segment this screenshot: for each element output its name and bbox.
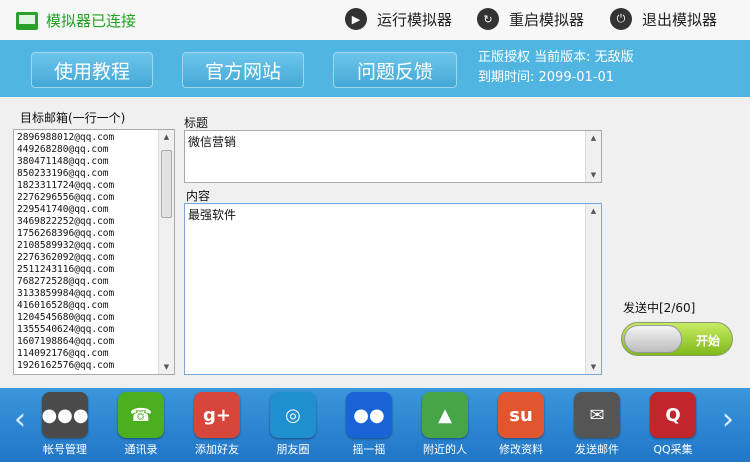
email-line: 3133859984@qq.com [17, 288, 115, 299]
email-line: 2276296556@qq.com [17, 192, 115, 203]
email-line: 1204545680@qq.com [17, 312, 115, 323]
scroll-down-icon[interactable]: ▼ [159, 360, 174, 374]
content-value: 最强软件 [188, 208, 237, 222]
restart-icon: ↻ [477, 8, 499, 30]
title-label: 标题 [184, 116, 209, 130]
email-line: 2276362092@qq.com [17, 252, 115, 263]
email-line: 2108589932@qq.com [17, 240, 115, 251]
email-line: 1823311724@qq.com [17, 180, 115, 191]
group-icon: ●●● [41, 392, 89, 438]
email-line: 114092176@qq.com [17, 348, 109, 359]
scroll-up-icon[interactable]: ▲ [586, 131, 601, 145]
email-line: 1926162576@qq.com [17, 360, 115, 371]
license-info: 正版授权 当前版本: 无敌版 到期时间: 2099-01-01 [478, 48, 634, 88]
content-scrollbar[interactable]: ▲ ▼ [585, 204, 601, 374]
email-line: 416016528@qq.com [17, 300, 109, 311]
dock-app-label: 修改资料 [499, 443, 543, 456]
contacts-icon: ☎ [118, 392, 164, 438]
connection-status: 模拟器已连接 [16, 10, 136, 31]
dock-app-group[interactable]: ●●● 帐号管理 [30, 392, 100, 457]
email-scrollbar[interactable]: ▲ ▼ [158, 130, 174, 374]
dock-next-icon[interactable]: › [722, 402, 734, 437]
license-expiry: 到期时间: 2099-01-01 [478, 70, 615, 85]
scroll-up-icon[interactable]: ▲ [159, 130, 174, 144]
tutorial-button[interactable]: 使用教程 [31, 52, 153, 88]
friends-circle-icon: ◎ [270, 392, 316, 438]
dock-app-contacts[interactable]: ☎ 通讯录 [106, 392, 176, 457]
dock-app-label: 朋友圈 [276, 443, 310, 456]
mail-icon: ✉ [574, 392, 620, 438]
content-label: 内容 [186, 189, 211, 203]
email-line: 768272528@qq.com [17, 276, 109, 287]
sending-status: 发送中[2/60] [623, 301, 696, 315]
top-bar: 模拟器已连接 ▶ 运行模拟器 ↻ 重启模拟器 ⏻ 退出模拟器 [0, 0, 750, 40]
dock-app-label: QQ采集 [653, 443, 693, 456]
restart-emulator-button[interactable]: ↻ 重启模拟器 [477, 8, 584, 30]
email-line: 1756268396@qq.com [17, 228, 115, 239]
toggle-knob[interactable] [624, 325, 682, 353]
email-line: 229541740@qq.com [17, 204, 109, 215]
google-plus-icon: g+ [194, 392, 240, 438]
quora-icon: Q [650, 392, 696, 438]
dock-app-friends-circle[interactable]: ◎ 朋友圈 [258, 392, 328, 457]
dock-app-mail[interactable]: ✉ 发送邮件 [562, 392, 632, 457]
monitor-icon [16, 11, 38, 30]
play-icon: ▶ [345, 8, 367, 30]
dock-prev-icon[interactable]: ‹ [14, 402, 26, 437]
title-scrollbar[interactable]: ▲ ▼ [585, 131, 601, 182]
email-line: 380471148@qq.com [17, 156, 109, 167]
stumble-icon: su [498, 392, 544, 438]
feedback-button[interactable]: 问题反馈 [333, 52, 457, 88]
start-toggle[interactable]: 开始 [621, 322, 733, 356]
title-input[interactable]: 微信营销 ▲ ▼ [184, 130, 602, 183]
connection-status-text: 模拟器已连接 [46, 12, 137, 30]
dock-app-label: 通讯录 [124, 443, 158, 456]
email-line: 850233196@qq.com [17, 168, 109, 179]
license-version: 正版授权 当前版本: 无敌版 [478, 50, 634, 65]
dock-app-flickr[interactable]: ●● 摇一摇 [334, 392, 404, 457]
nav-band: 使用教程 官方网站 问题反馈 正版授权 当前版本: 无敌版 到期时间: 2099… [0, 40, 750, 97]
dock-app-google-plus[interactable]: g+ 添加好友 [182, 392, 252, 457]
dock-app-label: 添加好友 [195, 443, 239, 456]
scroll-down-icon[interactable]: ▼ [586, 168, 601, 182]
email-line: 2896988012@qq.com [17, 132, 115, 143]
toggle-label: 开始 [696, 334, 721, 348]
official-site-button[interactable]: 官方网站 [182, 52, 304, 88]
email-line: 2511243116@qq.com [17, 264, 115, 275]
scroll-thumb[interactable] [161, 150, 172, 218]
email-line: 1355540624@qq.com [17, 324, 115, 335]
power-icon: ⏻ [610, 8, 632, 30]
target-email-list[interactable]: 2896988012@qq.com 449268280@qq.com 3804711… [13, 129, 175, 375]
location-icon: ▲ [422, 392, 468, 438]
email-line: 3469822252@qq.com [17, 216, 115, 227]
exit-emulator-button[interactable]: ⏻ 退出模拟器 [610, 8, 717, 30]
dock-app-stumble[interactable]: su 修改资料 [486, 392, 556, 457]
email-line: 449268280@qq.com [17, 144, 109, 155]
run-emulator-button[interactable]: ▶ 运行模拟器 [345, 8, 452, 30]
flickr-icon: ●● [346, 392, 392, 438]
scroll-down-icon[interactable]: ▼ [586, 360, 601, 374]
email-line: 1607198864@qq.com [17, 336, 115, 347]
dock-app-location[interactable]: ▲ 附近的人 [410, 392, 480, 457]
dock-app-label: 帐号管理 [43, 443, 87, 456]
dock-app-label: 附近的人 [423, 443, 467, 456]
title-value: 微信营销 [188, 135, 237, 149]
email-lines: 2896988012@qq.com 449268280@qq.com 3804711… [14, 130, 174, 374]
bottom-dock: ‹ › ●●● 帐号管理 ☎ 通讯录 g+ 添加好友 ◎ 朋友圈 ●● 摇一摇 ▲ 附近的人 su 修改资… [0, 388, 750, 462]
content-input[interactable]: 最强软件 ▲ ▼ [184, 203, 602, 375]
dock-app-label: 摇一摇 [352, 443, 386, 456]
scroll-up-icon[interactable]: ▲ [586, 204, 601, 218]
dock-app-label: 发送邮件 [575, 443, 619, 456]
dock-app-quora[interactable]: Q QQ采集 [638, 392, 708, 457]
target-email-label: 目标邮箱(一行一个) [20, 111, 126, 125]
